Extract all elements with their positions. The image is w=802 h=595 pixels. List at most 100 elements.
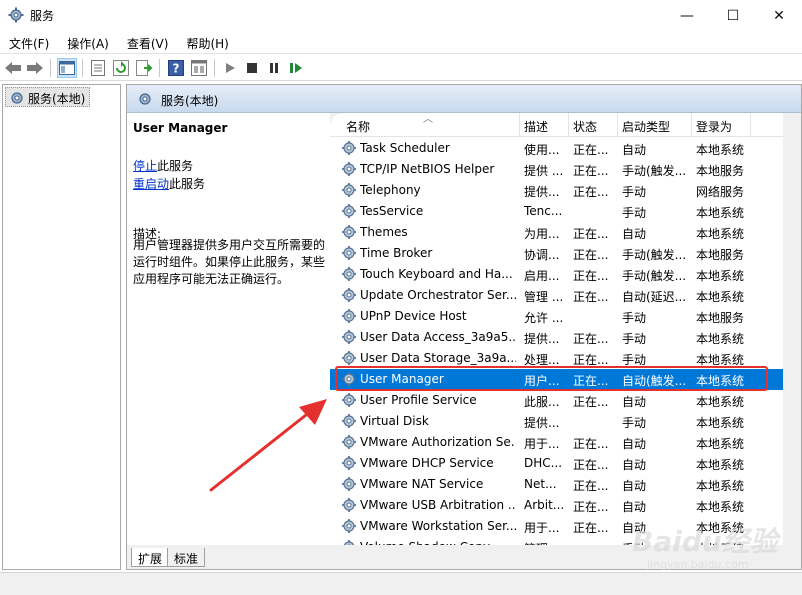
service-log-on-as: 本地系统 [696,227,745,241]
column-separator[interactable] [691,113,692,137]
table-row[interactable]: Time Broker 协调... 正在... 手动(触发... 本地服务 [330,243,783,264]
restart-service-suffix: 此服务 [169,177,206,191]
stop-service-button[interactable] [242,58,262,78]
console-tree-pane: 服务(本地) [2,84,121,570]
console-tree-button[interactable] [57,58,77,78]
service-description: Net... [524,477,557,491]
table-row[interactable]: VMware USB Arbitration ... Arbit... 正在... 自… [330,495,783,516]
menu-action[interactable]: 操作(A) [58,31,118,53]
service-log-on-as: 本地系统 [696,374,745,388]
table-row[interactable]: VMware Authorization Se... 用于... 正在... 自动 本地… [330,432,783,453]
close-button[interactable]: ✕ [756,0,802,31]
toolbar-separator [214,59,215,77]
table-row[interactable]: VMware DHCP Service DHC... 正在... 自动 本地系统 [330,453,783,474]
stop-service-link[interactable]: 停止 [133,159,157,173]
service-log-on-as: 本地系统 [696,395,745,409]
view-button[interactable] [189,58,209,78]
services-pane: 服务(本地) User Manager 停止此服务 重启动此服务 描述: 用户管… [126,84,802,570]
column-separator[interactable] [750,113,751,137]
restart-service-button[interactable] [286,58,306,78]
close-icon: ✕ [773,7,785,24]
back-button[interactable] [3,58,23,78]
status-bar [0,572,802,595]
menu-file[interactable]: 文件(F) [0,31,58,53]
pause-service-button[interactable] [264,58,284,78]
table-row[interactable]: VMware NAT Service Net... 正在... 自动 本地系统 [330,474,783,495]
service-startup-type: 手动 [622,353,647,367]
maximize-button[interactable]: ☐ [710,0,756,31]
column-header-description[interactable]: 描述 [524,118,548,135]
column-header-status[interactable]: 状态 [573,118,597,135]
table-row[interactable]: Update Orchestrator Ser... 管理 ... 正在... 自动(… [330,285,783,306]
export-list-icon [136,60,152,76]
column-header-startup-type[interactable]: 启动类型 [622,118,670,135]
table-row[interactable]: TesService Tenc... 手动 本地系统 [330,201,783,222]
maximize-icon: ☐ [726,7,740,24]
service-log-on-as: 本地系统 [696,458,745,472]
menu-help[interactable]: 帮助(H) [177,31,237,53]
properties-icon [91,60,105,76]
stop-service-suffix: 此服务 [157,159,194,173]
service-status: 正在... [573,164,609,178]
table-row[interactable]: UPnP Device Host 允许 ... 手动 本地服务 [330,306,783,327]
service-status: 正在... [573,248,609,262]
table-row[interactable]: User Manager 用户... 正在... 自动(触发... 本地系统 [330,369,783,390]
service-status: 正在... [573,374,609,388]
start-icon [226,63,235,73]
table-row[interactable]: Touch Keyboard and Ha... 启用... 正在... 手动(触发.… [330,264,783,285]
toolbar-separator [50,59,51,77]
table-row[interactable]: Themes 为用... 正在... 自动 本地系统 [330,222,783,243]
service-status: 正在... [573,143,609,157]
service-gear-icon [341,476,357,492]
service-log-on-as: 本地系统 [696,353,745,367]
service-log-on-as: 本地系统 [696,479,745,493]
table-row[interactable]: Task Scheduler 使用... 正在... 自动 本地系统 [330,138,783,159]
pane-header: 服务(本地) [127,85,801,113]
service-startup-type: 手动 [622,185,647,199]
table-row[interactable]: User Data Storage_3a9a... 处理... 正在... 手动 本地系… [330,348,783,369]
column-separator[interactable] [568,113,569,137]
services-gear-icon [8,7,24,23]
menu-view[interactable]: 查看(V) [118,31,178,53]
service-name: Touch Keyboard and Ha... [360,267,513,281]
tab-standard[interactable]: 标准 [167,548,206,567]
tab-extended[interactable]: 扩展 [131,548,170,567]
service-gear-icon [341,224,357,240]
table-row[interactable]: User Data Access_3a9a5... 提供... 正在... 手动 本地系… [330,327,783,348]
table-row[interactable]: Virtual Disk 提供... 手动 本地系统 [330,411,783,432]
service-description: 提供 ... [524,164,564,178]
refresh-icon [113,60,129,76]
service-startup-type: 手动(触发... [622,164,687,178]
service-gear-icon [341,266,357,282]
service-gear-icon [341,413,357,429]
table-row[interactable]: TCP/IP NetBIOS Helper 提供 ... 正在... 手动(触发...… [330,159,783,180]
table-row[interactable]: VMware Workstation Ser... 用于... 正在... 自动 本地系… [330,516,783,537]
table-row[interactable]: Volume Shadow Copy管理...手动本地系统 [330,537,783,545]
column-separator[interactable] [617,113,618,137]
stop-service-line: 停止此服务 [133,157,193,174]
restart-service-link[interactable]: 重启动 [133,177,169,191]
service-startup-type: 自动 [622,143,647,157]
column-header-name[interactable]: 名称 [346,118,370,135]
refresh-button[interactable] [111,58,131,78]
properties-button[interactable] [88,58,108,78]
column-separator[interactable] [519,113,520,137]
tree-item-services-local[interactable]: 服务(本地) [5,87,91,107]
service-gear-icon [341,350,357,366]
help-button[interactable]: ? [166,58,186,78]
minimize-button[interactable]: — [664,0,710,31]
forward-arrow-icon [27,62,43,74]
start-service-button[interactable] [220,58,240,78]
forward-button[interactable] [25,58,45,78]
service-status: 正在... [573,227,609,241]
service-status: 正在... [573,500,609,514]
table-row[interactable]: Telephony 提供... 正在... 手动 网络服务 [330,180,783,201]
service-name: VMware Authorization Se... [360,435,516,449]
column-header-log-on-as[interactable]: 登录为 [696,118,732,135]
service-startup-type: 自动 [622,227,647,241]
export-list-button[interactable] [134,58,154,78]
service-startup-type: 自动 [622,437,647,451]
table-row[interactable]: User Profile Service 此服... 正在... 自动 本地系统 [330,390,783,411]
service-log-on-as: 本地系统 [696,206,745,220]
service-log-on-as: 本地系统 [696,437,745,451]
